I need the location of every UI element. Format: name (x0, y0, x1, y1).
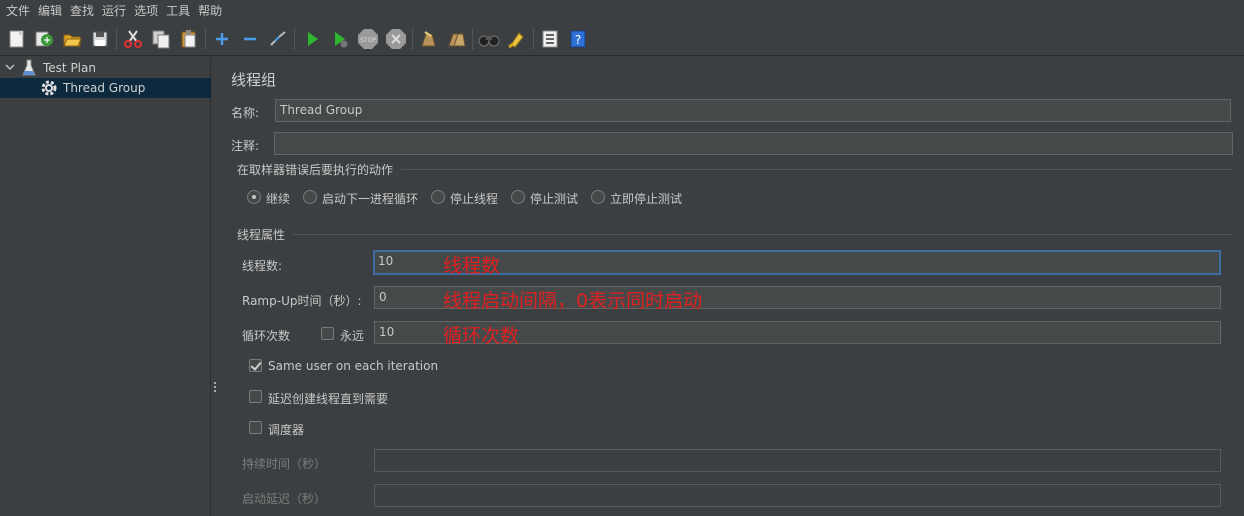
rampup-annotation: 线程启动间隔，0表示同时启动 (443, 290, 703, 312)
radio-continue[interactable] (247, 190, 261, 204)
clear-icon[interactable] (416, 27, 440, 51)
tree-item-test-plan[interactable]: Test Plan (0, 58, 211, 78)
open-icon[interactable] (60, 27, 84, 51)
thread-group-panel: 线程组 名称: Thread Group 注释: 在取样器错误后要执行的动作 继… (220, 57, 1244, 516)
collapse-icon[interactable] (238, 27, 262, 51)
radio-stop-test-label: 停止测试 (530, 192, 579, 206)
cut-icon[interactable] (121, 27, 145, 51)
reset-search-icon[interactable] (505, 27, 529, 51)
delay-create-checkbox[interactable] (249, 390, 262, 403)
tree-item-label: Test Plan (43, 61, 96, 75)
forever-label: 永远 (340, 329, 365, 343)
threads-annotation: 线程数 (443, 255, 501, 277)
paste-icon[interactable] (177, 27, 201, 51)
forever-checkbox[interactable] (321, 327, 334, 340)
comment-field[interactable] (274, 132, 1233, 155)
splitter[interactable] (211, 57, 220, 516)
scheduler-label: 调度器 (268, 423, 305, 437)
splitter-grip-icon[interactable] (214, 382, 217, 394)
search-icon[interactable] (477, 27, 501, 51)
divider (293, 234, 1233, 235)
chevron-down-icon[interactable] (4, 60, 16, 77)
menu-bar: 文件 编辑 查找 运行 选项 工具 帮助 (0, 0, 1244, 22)
toolbar-separator (472, 28, 473, 50)
radio-start-next-loop-label: 启动下一进程循环 (322, 192, 419, 206)
toolbar-separator (205, 28, 206, 50)
error-action-group-label: 在取样器错误后要执行的动作 (237, 163, 394, 177)
toolbar-separator (412, 28, 413, 50)
scheduler-checkbox[interactable] (249, 421, 262, 434)
loop-label: 循环次数 (242, 329, 291, 343)
menu-file[interactable]: 文件 (2, 0, 34, 22)
menu-tools[interactable]: 工具 (162, 0, 194, 22)
name-label: 名称: (231, 106, 260, 120)
start-no-timers-icon[interactable] (328, 27, 352, 51)
tree-item-thread-group[interactable]: Thread Group (0, 78, 211, 98)
new-icon[interactable] (5, 27, 29, 51)
save-icon[interactable] (88, 27, 112, 51)
threads-label: 线程数: (242, 259, 283, 273)
loop-annotation: 循环次数 (443, 325, 520, 347)
radio-stop-test[interactable] (511, 190, 525, 204)
rampup-label: Ramp-Up时间（秒）: (242, 294, 362, 308)
comment-label: 注释: (231, 139, 260, 153)
menu-run[interactable]: 运行 (98, 0, 130, 22)
radio-stop-test-now[interactable] (591, 190, 605, 204)
thread-props-group-label: 线程属性 (237, 228, 286, 242)
toolbar: STOP ? (0, 22, 1244, 56)
function-helper-icon[interactable] (538, 27, 562, 51)
toolbar-separator (116, 28, 117, 50)
same-user-label: Same user on each iteration (268, 359, 439, 373)
duration-label: 持续时间（秒） (242, 457, 327, 471)
stop-icon[interactable]: STOP (356, 27, 380, 51)
test-plan-tree: Test Plan Thread Group (0, 57, 211, 516)
menu-edit[interactable]: 编辑 (34, 0, 66, 22)
duration-field[interactable] (374, 449, 1221, 472)
copy-icon[interactable] (149, 27, 173, 51)
threads-field[interactable]: 10 (373, 250, 1221, 275)
clear-all-icon[interactable] (444, 27, 468, 51)
startup-delay-field[interactable] (374, 484, 1221, 507)
start-icon[interactable] (300, 27, 324, 51)
help-icon[interactable]: ? (566, 27, 590, 51)
same-user-checkbox[interactable] (249, 359, 262, 372)
radio-start-next-loop[interactable] (303, 190, 317, 204)
expand-icon[interactable] (210, 27, 234, 51)
shutdown-icon[interactable] (384, 27, 408, 51)
templates-icon[interactable] (32, 27, 56, 51)
menu-search[interactable]: 查找 (66, 0, 98, 22)
radio-continue-label: 继续 (266, 192, 291, 206)
radio-stop-thread[interactable] (431, 190, 445, 204)
radio-stop-thread-label: 停止线程 (450, 192, 499, 206)
toolbar-separator (294, 28, 295, 50)
flask-icon (22, 59, 36, 80)
svg-text:?: ? (575, 33, 581, 47)
tree-item-label: Thread Group (63, 81, 146, 95)
menu-options[interactable]: 选项 (130, 0, 162, 22)
page-title: 线程组 (231, 71, 277, 89)
delay-create-label: 延迟创建线程直到需要 (268, 392, 389, 406)
menu-help[interactable]: 帮助 (194, 0, 226, 22)
startup-delay-label: 启动延迟（秒） (242, 492, 327, 506)
name-field[interactable]: Thread Group (275, 99, 1231, 122)
gear-icon (40, 79, 58, 100)
divider (401, 169, 1233, 170)
radio-stop-test-now-label: 立即停止测试 (610, 192, 683, 206)
toolbar-separator (533, 28, 534, 50)
toggle-icon[interactable] (266, 27, 290, 51)
svg-text:STOP: STOP (360, 37, 376, 44)
